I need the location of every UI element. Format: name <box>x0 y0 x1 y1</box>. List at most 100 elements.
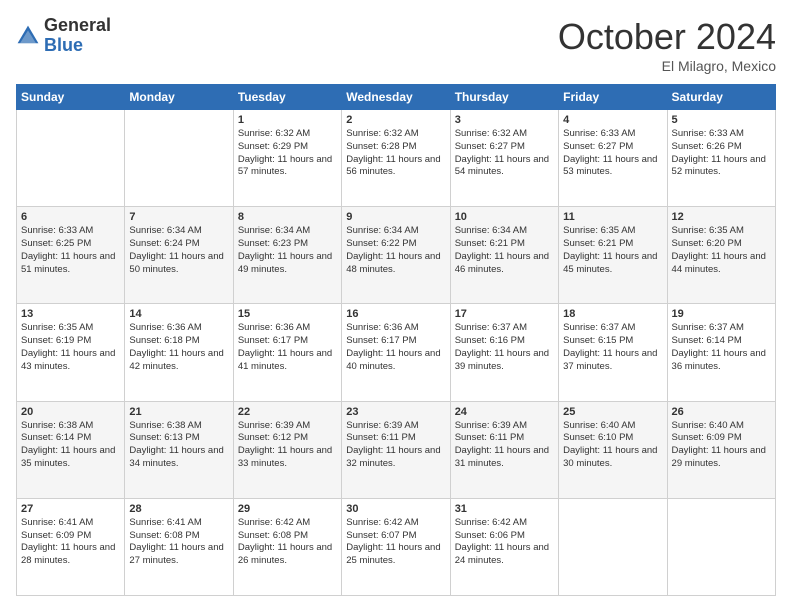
calendar-cell: 13 Sunrise: 6:35 AM Sunset: 6:19 PM Dayli… <box>17 304 125 401</box>
day-number: 27 <box>21 503 120 515</box>
day-detail: Sunrise: 6:38 AM Sunset: 6:13 PM Dayligh… <box>129 420 228 471</box>
calendar-cell: 17 Sunrise: 6:37 AM Sunset: 6:16 PM Dayli… <box>450 304 558 401</box>
weekday-header: Saturday <box>667 85 775 110</box>
day-detail: Sunrise: 6:35 AM Sunset: 6:19 PM Dayligh… <box>21 322 120 373</box>
day-number: 3 <box>455 114 554 126</box>
day-number: 20 <box>21 406 120 418</box>
calendar-cell: 8 Sunrise: 6:34 AM Sunset: 6:23 PM Daylig… <box>233 207 341 304</box>
day-number: 26 <box>672 406 771 418</box>
calendar-cell: 27 Sunrise: 6:41 AM Sunset: 6:09 PM Dayli… <box>17 498 125 595</box>
location: El Milagro, Mexico <box>558 58 776 74</box>
calendar-cell: 4Sunrise: 6:33 AM Sunset: 6:27 PM Daylig… <box>559 110 667 207</box>
weekday-header: Tuesday <box>233 85 341 110</box>
calendar-cell: 24 Sunrise: 6:39 AM Sunset: 6:11 PM Dayli… <box>450 401 558 498</box>
weekday-header-row: SundayMondayTuesdayWednesdayThursdayFrid… <box>17 85 776 110</box>
day-detail: Sunrise: 6:35 AM Sunset: 6:20 PM Dayligh… <box>672 225 771 276</box>
calendar-week-row: 1Sunrise: 6:32 AM Sunset: 6:29 PM Daylig… <box>17 110 776 207</box>
day-number: 30 <box>346 503 445 515</box>
weekday-header: Friday <box>559 85 667 110</box>
day-number: 13 <box>21 308 120 320</box>
weekday-header: Sunday <box>17 85 125 110</box>
calendar-cell: 19Sunrise: 6:37 AM Sunset: 6:14 PM Dayli… <box>667 304 775 401</box>
calendar-cell: 3 Sunrise: 6:32 AM Sunset: 6:27 PM Daylig… <box>450 110 558 207</box>
day-number: 4 <box>563 114 662 126</box>
calendar-cell: 31Sunrise: 6:42 AM Sunset: 6:06 PM Dayli… <box>450 498 558 595</box>
title-block: October 2024 El Milagro, Mexico <box>558 16 776 74</box>
calendar-cell: 1Sunrise: 6:32 AM Sunset: 6:29 PM Daylig… <box>233 110 341 207</box>
header: General Blue October 2024 El Milagro, Me… <box>16 16 776 74</box>
day-detail: Sunrise: 6:40 AM Sunset: 6:09 PM Dayligh… <box>672 420 771 471</box>
calendar-cell: 15 Sunrise: 6:36 AM Sunset: 6:17 PM Dayli… <box>233 304 341 401</box>
logo: General Blue <box>16 16 111 56</box>
day-detail: Sunrise: 6:33 AM Sunset: 6:26 PM Dayligh… <box>672 128 771 179</box>
calendar-cell: 21 Sunrise: 6:38 AM Sunset: 6:13 PM Dayli… <box>125 401 233 498</box>
day-number: 17 <box>455 308 554 320</box>
calendar-cell: 12Sunrise: 6:35 AM Sunset: 6:20 PM Dayli… <box>667 207 775 304</box>
day-number: 8 <box>238 211 337 223</box>
day-number: 21 <box>129 406 228 418</box>
day-detail: Sunrise: 6:32 AM Sunset: 6:28 PM Dayligh… <box>346 128 445 179</box>
day-detail: Sunrise: 6:36 AM Sunset: 6:18 PM Dayligh… <box>129 322 228 373</box>
day-detail: Sunrise: 6:41 AM Sunset: 6:09 PM Dayligh… <box>21 517 120 568</box>
calendar-cell: 25 Sunrise: 6:40 AM Sunset: 6:10 PM Dayli… <box>559 401 667 498</box>
calendar-week-row: 27 Sunrise: 6:41 AM Sunset: 6:09 PM Dayli… <box>17 498 776 595</box>
day-number: 7 <box>129 211 228 223</box>
day-number: 25 <box>563 406 662 418</box>
calendar-week-row: 20 Sunrise: 6:38 AM Sunset: 6:14 PM Dayli… <box>17 401 776 498</box>
day-detail: Sunrise: 6:39 AM Sunset: 6:11 PM Dayligh… <box>346 420 445 471</box>
day-detail: Sunrise: 6:35 AM Sunset: 6:21 PM Dayligh… <box>563 225 662 276</box>
month-title: October 2024 <box>558 16 776 58</box>
day-detail: Sunrise: 6:34 AM Sunset: 6:24 PM Dayligh… <box>129 225 228 276</box>
calendar-cell: 22 Sunrise: 6:39 AM Sunset: 6:12 PM Dayli… <box>233 401 341 498</box>
calendar-cell <box>667 498 775 595</box>
day-detail: Sunrise: 6:34 AM Sunset: 6:23 PM Dayligh… <box>238 225 337 276</box>
calendar-cell: 28Sunrise: 6:41 AM Sunset: 6:08 PM Dayli… <box>125 498 233 595</box>
day-detail: Sunrise: 6:36 AM Sunset: 6:17 PM Dayligh… <box>346 322 445 373</box>
calendar-cell: 10 Sunrise: 6:34 AM Sunset: 6:21 PM Dayli… <box>450 207 558 304</box>
day-number: 24 <box>455 406 554 418</box>
day-detail: Sunrise: 6:36 AM Sunset: 6:17 PM Dayligh… <box>238 322 337 373</box>
calendar-cell: 23 Sunrise: 6:39 AM Sunset: 6:11 PM Dayli… <box>342 401 450 498</box>
day-detail: Sunrise: 6:32 AM Sunset: 6:27 PM Dayligh… <box>455 128 554 179</box>
day-number: 5 <box>672 114 771 126</box>
day-number: 11 <box>563 211 662 223</box>
day-number: 22 <box>238 406 337 418</box>
day-detail: Sunrise: 6:32 AM Sunset: 6:29 PM Dayligh… <box>238 128 337 179</box>
calendar-cell <box>559 498 667 595</box>
day-number: 6 <box>21 211 120 223</box>
calendar-cell: 2Sunrise: 6:32 AM Sunset: 6:28 PM Daylig… <box>342 110 450 207</box>
calendar-cell: 30Sunrise: 6:42 AM Sunset: 6:07 PM Dayli… <box>342 498 450 595</box>
day-number: 23 <box>346 406 445 418</box>
day-number: 14 <box>129 308 228 320</box>
day-detail: Sunrise: 6:38 AM Sunset: 6:14 PM Dayligh… <box>21 420 120 471</box>
day-number: 19 <box>672 308 771 320</box>
calendar-cell: 11 Sunrise: 6:35 AM Sunset: 6:21 PM Dayli… <box>559 207 667 304</box>
logo-text: General Blue <box>44 16 111 56</box>
day-detail: Sunrise: 6:33 AM Sunset: 6:25 PM Dayligh… <box>21 225 120 276</box>
day-number: 29 <box>238 503 337 515</box>
calendar-table: SundayMondayTuesdayWednesdayThursdayFrid… <box>16 84 776 596</box>
day-number: 18 <box>563 308 662 320</box>
day-detail: Sunrise: 6:34 AM Sunset: 6:21 PM Dayligh… <box>455 225 554 276</box>
calendar-cell: 6 Sunrise: 6:33 AM Sunset: 6:25 PM Daylig… <box>17 207 125 304</box>
calendar-cell: 9Sunrise: 6:34 AM Sunset: 6:22 PM Daylig… <box>342 207 450 304</box>
calendar-cell: 26 Sunrise: 6:40 AM Sunset: 6:09 PM Dayli… <box>667 401 775 498</box>
logo-general: General <box>44 16 111 36</box>
day-detail: Sunrise: 6:42 AM Sunset: 6:06 PM Dayligh… <box>455 517 554 568</box>
day-detail: Sunrise: 6:37 AM Sunset: 6:16 PM Dayligh… <box>455 322 554 373</box>
day-detail: Sunrise: 6:39 AM Sunset: 6:12 PM Dayligh… <box>238 420 337 471</box>
day-detail: Sunrise: 6:42 AM Sunset: 6:08 PM Dayligh… <box>238 517 337 568</box>
day-number: 10 <box>455 211 554 223</box>
day-number: 15 <box>238 308 337 320</box>
weekday-header: Wednesday <box>342 85 450 110</box>
day-detail: Sunrise: 6:37 AM Sunset: 6:15 PM Dayligh… <box>563 322 662 373</box>
page: General Blue October 2024 El Milagro, Me… <box>0 0 792 612</box>
day-detail: Sunrise: 6:41 AM Sunset: 6:08 PM Dayligh… <box>129 517 228 568</box>
day-detail: Sunrise: 6:39 AM Sunset: 6:11 PM Dayligh… <box>455 420 554 471</box>
calendar-week-row: 6 Sunrise: 6:33 AM Sunset: 6:25 PM Daylig… <box>17 207 776 304</box>
calendar-cell: 20 Sunrise: 6:38 AM Sunset: 6:14 PM Dayli… <box>17 401 125 498</box>
calendar-cell: 5 Sunrise: 6:33 AM Sunset: 6:26 PM Daylig… <box>667 110 775 207</box>
day-number: 16 <box>346 308 445 320</box>
day-detail: Sunrise: 6:40 AM Sunset: 6:10 PM Dayligh… <box>563 420 662 471</box>
calendar-week-row: 13 Sunrise: 6:35 AM Sunset: 6:19 PM Dayli… <box>17 304 776 401</box>
